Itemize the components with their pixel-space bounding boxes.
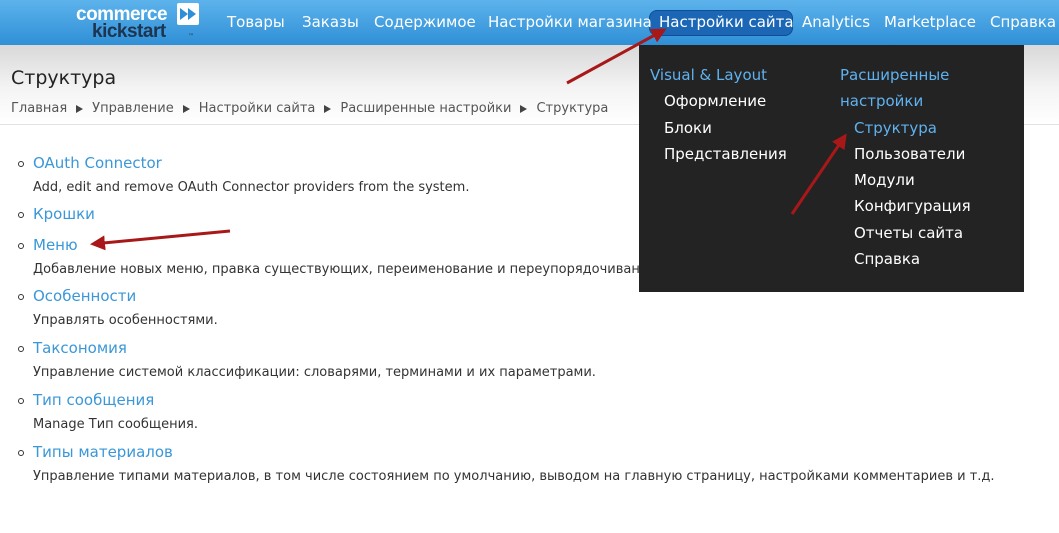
item-description: Управлять особенностями.	[33, 313, 218, 328]
dropdown-link-configuration[interactable]: Конфигурация	[854, 197, 971, 215]
fast-forward-icon	[177, 3, 199, 25]
triangle-right-icon	[182, 104, 190, 113]
circle-bullet-icon	[18, 398, 24, 404]
circle-bullet-icon	[18, 161, 24, 167]
breadcrumb-current: Структура	[536, 101, 609, 116]
circle-bullet-icon	[18, 294, 24, 300]
dropdown-link-reports[interactable]: Отчеты сайта	[854, 224, 963, 242]
item-link-message-type[interactable]: Тип сообщения	[33, 391, 154, 409]
nav-item-products[interactable]: Товары	[227, 13, 285, 31]
item-description: Управление системой классификации: слова…	[33, 365, 596, 380]
item-description: Управление типами материалов, в том числ…	[33, 469, 995, 484]
dropdown-heading-advanced-line2[interactable]: настройки	[840, 92, 923, 110]
nav-item-store-settings[interactable]: Настройки магазина	[488, 13, 652, 31]
page: commerce kickstart ™ Товары Заказы Содер…	[0, 0, 1059, 533]
site-settings-dropdown: Visual & Layout Оформление Блоки Предста…	[639, 45, 1024, 292]
breadcrumb: Главная Управление Настройки сайта Расширен…	[11, 101, 608, 116]
triangle-right-icon	[324, 104, 332, 113]
item-link-menu[interactable]: Меню	[33, 236, 78, 254]
dropdown-link-users[interactable]: Пользователи	[854, 145, 965, 163]
breadcrumb-site-settings[interactable]: Настройки сайта	[199, 101, 316, 116]
arrow-annotation-icon	[90, 229, 231, 251]
item-link-features[interactable]: Особенности	[33, 287, 136, 305]
circle-bullet-icon	[18, 450, 24, 456]
dropdown-link-blocks[interactable]: Блоки	[664, 119, 712, 137]
top-navbar: commerce kickstart ™ Товары Заказы Содер…	[0, 0, 1059, 45]
dropdown-link-views[interactable]: Представления	[664, 145, 787, 163]
item-description: Add, edit and remove OAuth Connector pro…	[33, 180, 470, 195]
item-description: Manage Тип сообщения.	[33, 417, 199, 432]
item-link-taxonomy[interactable]: Таксономия	[33, 339, 127, 357]
dropdown-link-appearance[interactable]: Оформление	[664, 92, 766, 110]
nav-item-marketplace[interactable]: Marketplace	[884, 13, 976, 31]
nav-item-analytics[interactable]: Analytics	[802, 13, 870, 31]
nav-item-orders[interactable]: Заказы	[302, 13, 359, 31]
circle-bullet-icon	[18, 243, 24, 249]
breadcrumb-admin[interactable]: Управление	[92, 101, 174, 116]
dropdown-link-modules[interactable]: Модули	[854, 171, 915, 189]
nav-item-help[interactable]: Справка	[990, 13, 1056, 31]
nav-item-site-settings[interactable]: Настройки сайта	[659, 13, 794, 31]
nav-item-content[interactable]: Содержимое	[374, 13, 476, 31]
dropdown-link-structure[interactable]: Структура	[854, 119, 937, 137]
breadcrumb-advanced-settings[interactable]: Расширенные настройки	[340, 101, 511, 116]
circle-bullet-icon	[18, 346, 24, 352]
item-link-breadcrumbs[interactable]: Крошки	[33, 205, 95, 223]
circle-bullet-icon	[18, 212, 24, 218]
triangle-right-icon	[520, 104, 528, 113]
dropdown-link-help[interactable]: Справка	[854, 250, 920, 268]
item-link-content-types[interactable]: Типы материалов	[33, 443, 173, 461]
item-link-oauth-connector[interactable]: OAuth Connector	[33, 154, 162, 172]
dropdown-heading-advanced[interactable]: Расширенные	[840, 66, 949, 84]
breadcrumb-home[interactable]: Главная	[11, 101, 67, 116]
logo-text-kickstart: kickstart	[92, 21, 166, 42]
triangle-right-icon	[76, 104, 84, 113]
logo[interactable]: commerce kickstart ™	[76, 3, 206, 43]
dropdown-heading-visual-layout[interactable]: Visual & Layout	[650, 66, 767, 84]
logo-trademark: ™	[188, 33, 194, 40]
page-title: Структура	[11, 67, 117, 89]
